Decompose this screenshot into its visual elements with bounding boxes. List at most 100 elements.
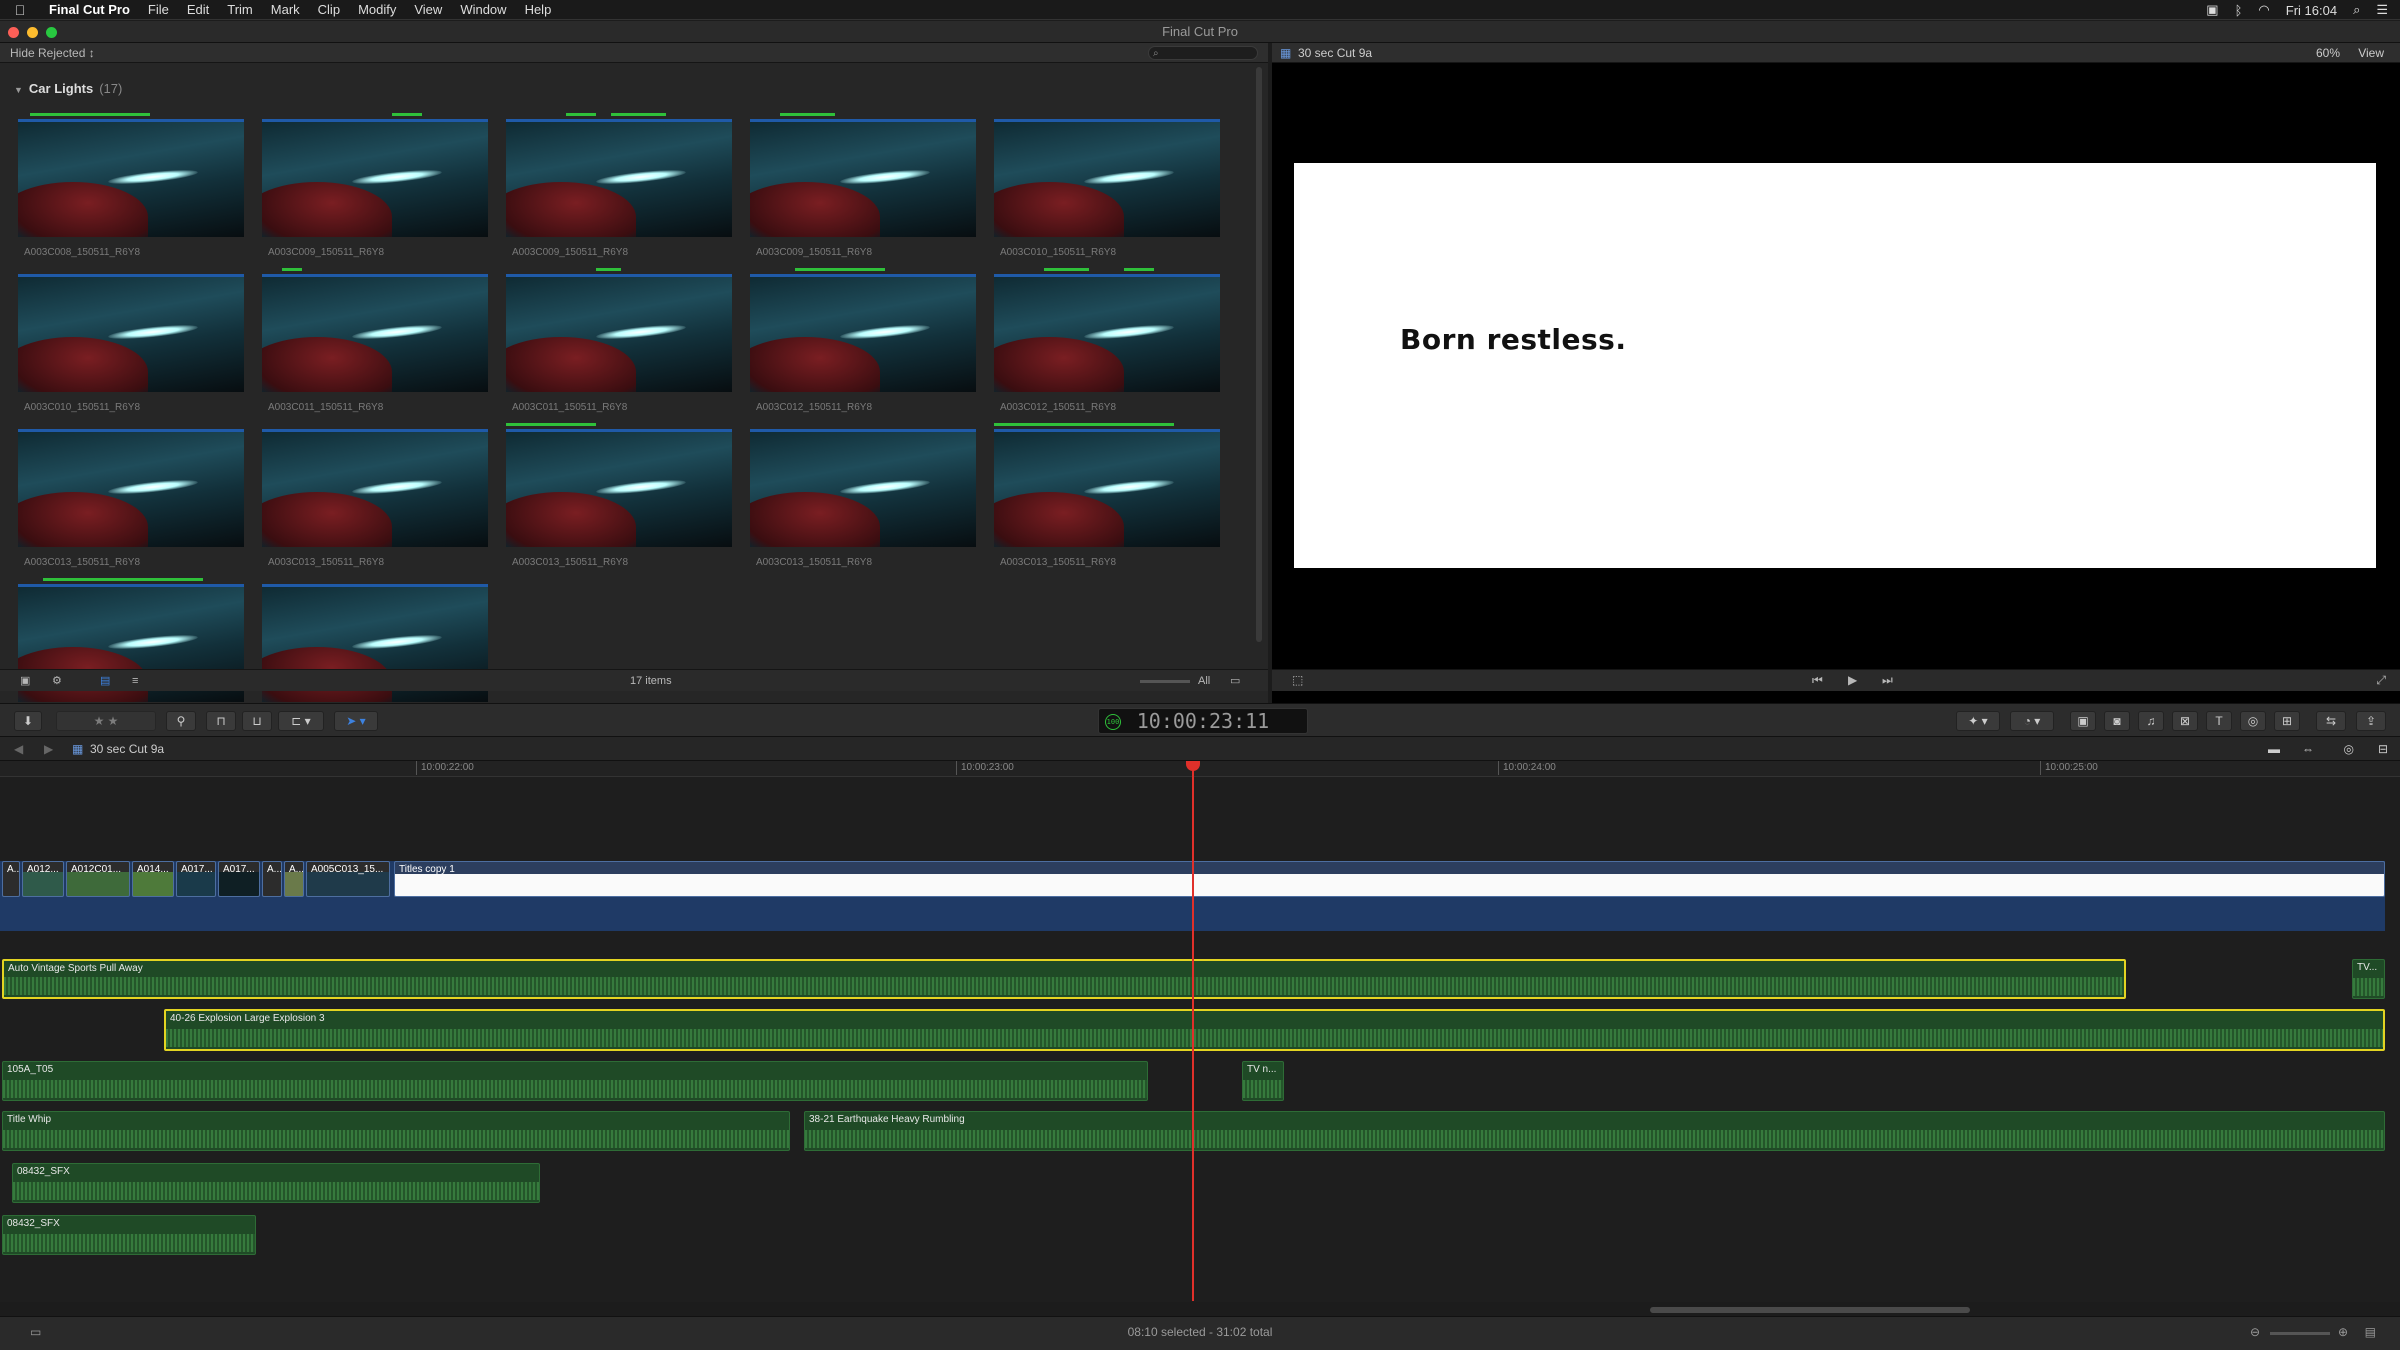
disclosure-triangle-icon[interactable]: ▼ bbox=[14, 85, 23, 95]
spotlight-icon[interactable]: ⌕ bbox=[2353, 2, 2360, 18]
timeline-ruler[interactable]: 10:00:22:00 10:00:23:00 10:00:24:00 10:0… bbox=[0, 761, 2400, 777]
clip-duration-all[interactable]: All bbox=[1198, 670, 1210, 692]
clip-thumbnail[interactable]: A003C011_150511_R6Y8 bbox=[262, 268, 488, 413]
append-clip-icon[interactable]: ⊏ ▾ bbox=[278, 711, 324, 731]
solo-icon[interactable]: ◎ bbox=[2344, 737, 2354, 761]
timeline-tracks[interactable]: A... A012... A012C01... A014... A017... … bbox=[0, 777, 2400, 1302]
filmstrip-view-icon[interactable]: ▤ bbox=[100, 670, 110, 692]
audio-clip[interactable]: 08432_SFX bbox=[12, 1163, 540, 1203]
video-clip[interactable]: A012C01... bbox=[66, 861, 130, 897]
list-view-icon[interactable]: ≡ bbox=[132, 670, 138, 692]
next-frame-icon[interactable]: ⏭ bbox=[1882, 673, 1893, 688]
notification-center-icon[interactable]: ☰ bbox=[2376, 2, 2388, 18]
audio-clip[interactable]: 40-26 Explosion Large Explosion 3 bbox=[164, 1009, 2385, 1051]
clip-thumbnail[interactable]: A003C012_150511_R6Y8 bbox=[994, 268, 1220, 413]
menu-app-name[interactable]: Final Cut Pro bbox=[40, 2, 139, 17]
timeline-zoom-slider[interactable] bbox=[2270, 1332, 2330, 1335]
audio-clip[interactable]: TV... bbox=[2352, 959, 2385, 999]
music-icon[interactable]: ♫ bbox=[2138, 711, 2164, 731]
viewer-view-menu[interactable]: View bbox=[2358, 43, 2384, 63]
title-clip[interactable]: Titles copy 1 bbox=[394, 861, 2385, 897]
audio-clip[interactable]: Title Whip bbox=[2, 1111, 790, 1151]
hide-rejected-dropdown[interactable]: Hide Rejected ↕ bbox=[10, 46, 95, 60]
back-icon[interactable]: ◀ bbox=[14, 737, 23, 761]
menu-clip[interactable]: Clip bbox=[309, 2, 349, 17]
clip-thumbnail[interactable]: A003C011_150511_R6Y8 bbox=[506, 268, 732, 413]
video-clip[interactable]: A012... bbox=[22, 861, 64, 897]
titles-icon[interactable]: T bbox=[2206, 711, 2232, 731]
insert-clip-icon[interactable]: ⊔ bbox=[242, 711, 272, 731]
video-clip[interactable]: A... bbox=[284, 861, 304, 897]
clip-thumbnail[interactable]: A003C010_150511_R6Y8 bbox=[994, 113, 1220, 258]
gear-icon[interactable]: ⚙ bbox=[52, 670, 62, 692]
share-icon[interactable]: ⇪ bbox=[2356, 711, 2386, 731]
import-icon[interactable]: ⬇ bbox=[14, 711, 42, 731]
forward-icon[interactable]: ▶ bbox=[44, 737, 53, 761]
clip-appearance-icon[interactable]: ▭ bbox=[1230, 670, 1240, 692]
apple-menu-icon[interactable]:  bbox=[0, 2, 40, 18]
playhead[interactable] bbox=[1192, 761, 1194, 1301]
fullscreen-icon[interactable]: ⤢ bbox=[2376, 673, 2386, 688]
transform-icon[interactable]: ⬚ bbox=[1292, 673, 1303, 687]
audio-clip[interactable]: TV n... bbox=[1242, 1061, 1284, 1101]
clip-thumbnail[interactable]: A003C013_150511_R6Y8 bbox=[262, 423, 488, 568]
retime-icon[interactable]: ◔ ▾ bbox=[2010, 711, 2054, 731]
photos-icon[interactable]: ◙ bbox=[2104, 711, 2130, 731]
browser-search-field[interactable]: ⌕ bbox=[1148, 46, 1258, 60]
clip-thumbnail[interactable]: A003C012_150511_R6Y8 bbox=[750, 268, 976, 413]
library-sidebar-icon[interactable]: ▣ bbox=[20, 670, 30, 692]
clip-thumbnail[interactable]: A003C013_150511_R6Y8 bbox=[994, 423, 1220, 568]
clip-thumbnail[interactable]: A003C008_150511_R6Y8 bbox=[18, 113, 244, 258]
clip-thumbnail[interactable]: A003C013_150511_R6Y8 bbox=[506, 423, 732, 568]
clip-thumbnail[interactable]: A003C010_150511_R6Y8 bbox=[18, 268, 244, 413]
menu-edit[interactable]: Edit bbox=[178, 2, 218, 17]
enhancements-icon[interactable]: ✦ ▾ bbox=[1956, 711, 2000, 731]
generators-icon[interactable]: ◎ bbox=[2240, 711, 2266, 731]
menu-mark[interactable]: Mark bbox=[262, 2, 309, 17]
close-window-icon[interactable] bbox=[8, 27, 19, 38]
menu-help[interactable]: Help bbox=[516, 2, 561, 17]
bluetooth-icon[interactable]: ᛒ bbox=[2235, 3, 2243, 18]
play-icon[interactable]: ▶ bbox=[1848, 673, 1857, 687]
menu-trim[interactable]: Trim bbox=[218, 2, 262, 17]
video-clip[interactable]: A017... bbox=[218, 861, 260, 897]
inspector-icon[interactable]: ▣ bbox=[2070, 711, 2096, 731]
audio-clip[interactable]: Auto Vintage Sports Pull Away bbox=[2, 959, 2126, 999]
appearance-icon[interactable]: ▤ bbox=[2365, 1317, 2376, 1347]
timeline-index-icon[interactable]: ▭ bbox=[30, 1317, 41, 1347]
clip-thumbnail[interactable]: A003C009_150511_R6Y8 bbox=[506, 113, 732, 258]
audio-clip[interactable]: 08432_SFX bbox=[2, 1215, 256, 1255]
minimize-window-icon[interactable] bbox=[27, 27, 38, 38]
transitions-icon[interactable]: ⊠ bbox=[2172, 711, 2198, 731]
dashboard-timecode[interactable]: 100 10:00:23:11 bbox=[1098, 708, 1308, 734]
clip-appearance-icon[interactable]: ▬ bbox=[2268, 737, 2280, 761]
timeline-scrollbar[interactable] bbox=[1650, 1307, 1970, 1313]
wifi-icon[interactable]: ◠ bbox=[2258, 2, 2269, 18]
audio-clip[interactable]: 105A_T05 bbox=[2, 1061, 1148, 1101]
clip-thumbnail[interactable]: A003C013_150511_R6Y8 bbox=[18, 423, 244, 568]
skimming-icon[interactable]: ⇔ bbox=[2302, 737, 2314, 761]
video-clip[interactable]: A017... bbox=[176, 861, 216, 897]
video-clip[interactable]: A... bbox=[262, 861, 282, 897]
snapping-icon[interactable]: ⊟ bbox=[2378, 737, 2388, 761]
adjust-icon[interactable]: ⇆ bbox=[2316, 711, 2346, 731]
clip-thumbnail[interactable]: A003C013_150511_R6Y8 bbox=[750, 423, 976, 568]
menu-modify[interactable]: Modify bbox=[349, 2, 405, 17]
screen-icon[interactable]: ▣ bbox=[2206, 2, 2218, 18]
clock[interactable]: Fri 16:04 bbox=[2286, 3, 2337, 18]
menu-window[interactable]: Window bbox=[451, 2, 515, 17]
video-clip[interactable]: A014... bbox=[132, 861, 174, 897]
video-clip[interactable]: A005C013_15... bbox=[306, 861, 390, 897]
zoom-in-icon[interactable]: ⊕ bbox=[2338, 1317, 2348, 1347]
viewer-zoom[interactable]: 60% bbox=[2316, 43, 2340, 63]
themes-icon[interactable]: ⊞ bbox=[2274, 711, 2300, 731]
menu-view[interactable]: View bbox=[405, 2, 451, 17]
video-clip[interactable]: A... bbox=[2, 861, 20, 897]
event-header[interactable]: ▼ Car Lights (17) bbox=[14, 81, 122, 96]
zoom-out-icon[interactable]: ⊖ bbox=[2250, 1317, 2260, 1347]
zoom-window-icon[interactable] bbox=[46, 27, 57, 38]
clip-thumbnail[interactable]: A003C009_150511_R6Y8 bbox=[262, 113, 488, 258]
clip-zoom-slider[interactable] bbox=[1140, 680, 1190, 683]
select-tool-icon[interactable]: ➤ ▾ bbox=[334, 711, 378, 731]
menu-file[interactable]: File bbox=[139, 2, 178, 17]
